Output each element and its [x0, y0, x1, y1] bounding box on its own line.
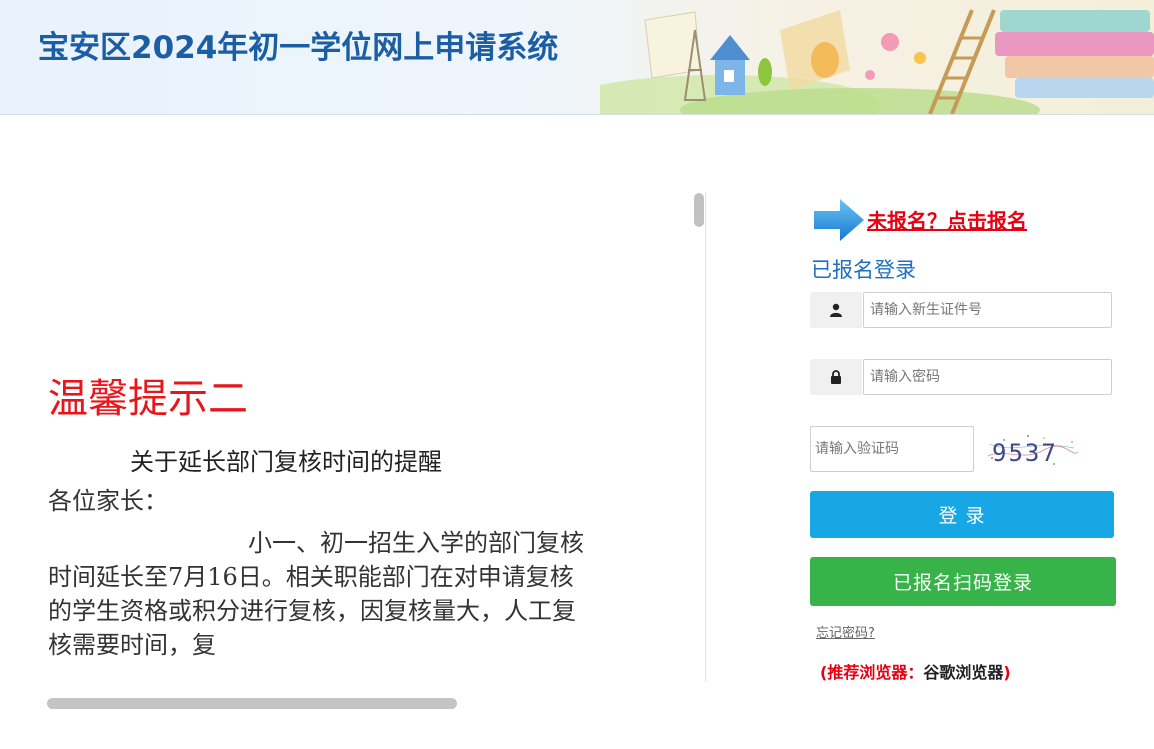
svg-text:9537: 9537: [992, 439, 1058, 467]
password-field-group: [810, 359, 1114, 395]
browser-tip-suffix: ): [1003, 663, 1011, 682]
captcha-input[interactable]: [810, 426, 974, 472]
student-id-input[interactable]: [863, 292, 1112, 328]
login-button[interactable]: 登 录: [810, 491, 1114, 538]
login-heading: 已报名登录: [811, 258, 916, 282]
header-banner: 宝安区2024年初一学位网上申请系统: [0, 0, 1154, 115]
lock-icon: [810, 359, 862, 395]
signup-link[interactable]: 未报名？点击报名: [867, 205, 1027, 234]
page-title: 宝安区2024年初一学位网上申请系统: [38, 30, 559, 66]
notice-title: 温馨提示二: [48, 376, 248, 422]
arrow-right-icon: [814, 199, 864, 241]
panel-divider: [705, 192, 706, 682]
password-input[interactable]: [863, 359, 1112, 395]
notice-panel[interactable]: 温馨提示二 关于延长部门复核时间的提醒 各位家长： 小一、初一招生入学的部门复核…: [30, 192, 706, 686]
user-icon: [810, 292, 862, 328]
browser-tip-prefix: (推荐浏览器：: [820, 663, 924, 682]
id-field-group: [810, 292, 1114, 328]
notice-greeting: 各位家长：: [48, 487, 168, 515]
notice-content: 温馨提示二 关于延长部门复核时间的提醒 各位家长： 小一、初一招生入学的部门复核…: [48, 374, 588, 662]
notice-body: 小一、初一招生入学的部门复核时间延长至7月16日。相关职能部门在对申请复核的学生…: [48, 529, 584, 659]
notice-horizontal-scrollbar[interactable]: [47, 698, 457, 709]
browser-recommendation: (推荐浏览器：谷歌浏览器): [820, 659, 1011, 683]
qr-login-button[interactable]: 已报名扫码登录: [810, 557, 1116, 606]
notice-subtitle: 关于延长部门复核时间的提醒: [130, 448, 442, 476]
forgot-password-link[interactable]: 忘记密码?: [816, 622, 875, 641]
browser-tip-name: 谷歌浏览器: [923, 663, 1004, 682]
header-illustration: [600, 9, 1154, 114]
notice-vertical-scrollbar[interactable]: [694, 193, 704, 227]
captcha-image[interactable]: 9537: [984, 428, 1080, 472]
